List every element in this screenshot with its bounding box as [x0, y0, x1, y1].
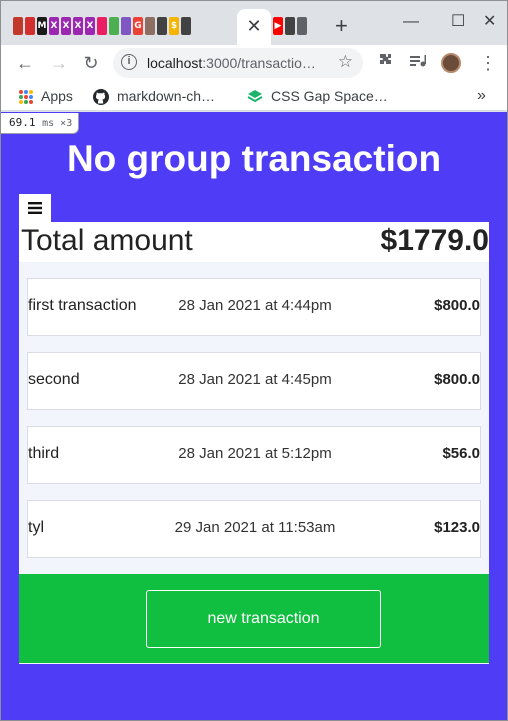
- tab-strip: M X X X X G $ ✕ ▶ + — ☐ ✕: [1, 1, 507, 45]
- total-value: $1779.0: [380, 224, 489, 257]
- active-tab[interactable]: ✕: [237, 9, 271, 45]
- total-row: Total amount $1779.0: [19, 222, 489, 262]
- forward-button[interactable]: →: [47, 51, 71, 75]
- tab-favicon-13-icon[interactable]: [157, 17, 167, 35]
- devtools-timing-badge: 69.1 ms ×3: [1, 113, 80, 134]
- tab-favicon-youtube-icon[interactable]: ▶: [273, 17, 283, 35]
- tab-favicon-14-icon[interactable]: $: [169, 17, 179, 35]
- apps-grid-icon: [19, 90, 33, 105]
- tab-favicon-4-icon[interactable]: X: [49, 17, 59, 35]
- profile-avatar[interactable]: [441, 53, 461, 73]
- back-button[interactable]: ←: [13, 51, 37, 75]
- tab-favicons-after: ▶: [273, 17, 307, 35]
- total-label: Total amount: [21, 224, 193, 257]
- timing-value: 69.1: [9, 116, 36, 129]
- transaction-item[interactable]: second 28 Jan 2021 at 4:45pm $800.0: [27, 352, 481, 410]
- transaction-amount: $123.0: [434, 519, 480, 536]
- bookmark-markdown[interactable]: markdown-ch…: [93, 87, 216, 106]
- transaction-amount: $800.0: [434, 297, 480, 314]
- minimize-button[interactable]: —: [403, 11, 419, 33]
- reload-button[interactable]: ↻: [79, 51, 103, 75]
- browser-toolbar: ← → ↻ i localhost:3000/transactio… ☆ ⋮: [1, 45, 507, 81]
- address-bar[interactable]: i localhost:3000/transactio… ☆: [113, 48, 363, 78]
- browser-window: M X X X X G $ ✕ ▶ + — ☐ ✕ ← → ↻ i localhost:30…: [0, 0, 508, 721]
- page-title: No group transaction: [66, 138, 442, 179]
- new-transaction-band: new transaction: [19, 574, 489, 663]
- transaction-amount: $56.0: [442, 445, 480, 462]
- reading-list-icon[interactable]: [409, 53, 427, 75]
- transaction-item[interactable]: tyl 29 Jan 2021 at 11:53am $123.0: [27, 500, 481, 558]
- close-window-button[interactable]: ✕: [483, 11, 496, 33]
- tab-favicon-11-icon[interactable]: G: [133, 17, 143, 35]
- transaction-date: 29 Jan 2021 at 11:53am: [174, 519, 336, 536]
- transaction-date: 28 Jan 2021 at 4:45pm: [178, 371, 332, 388]
- transaction-date: 28 Jan 2021 at 4:44pm: [178, 297, 332, 314]
- layers-icon: [247, 90, 263, 103]
- tab-favicon-1-icon[interactable]: [13, 17, 23, 35]
- tab-favicon-7-icon[interactable]: X: [85, 17, 95, 35]
- bookmark-star-icon[interactable]: ☆: [338, 52, 353, 72]
- tab-favicon-8-icon[interactable]: [97, 17, 107, 35]
- tab-favicons: M X X X X G $: [13, 17, 191, 35]
- url-host: localhost: [147, 55, 203, 71]
- tab-favicon-12-icon[interactable]: [145, 17, 155, 35]
- tab-favicon-3-icon[interactable]: M: [37, 17, 47, 35]
- maximize-button[interactable]: ☐: [451, 11, 465, 33]
- site-info-icon[interactable]: i: [121, 54, 137, 70]
- bookmarks-bar: Apps markdown-ch… CSS Gap Space… »: [1, 81, 507, 111]
- timing-unit: ms ×3: [42, 118, 73, 129]
- hamburger-menu-button[interactable]: [19, 194, 51, 222]
- github-icon: [93, 89, 109, 106]
- transaction-date: 28 Jan 2021 at 5:12pm: [178, 445, 332, 462]
- bookmark-apps[interactable]: Apps: [19, 87, 73, 105]
- new-transaction-button[interactable]: new transaction: [146, 590, 381, 648]
- new-tab-button[interactable]: +: [335, 13, 348, 39]
- bookmark-label: CSS Gap Space…: [271, 88, 388, 104]
- tab-favicon-5-icon[interactable]: X: [61, 17, 71, 35]
- url-text[interactable]: localhost:3000/transactio…: [147, 55, 325, 71]
- tab-favicon-6-icon[interactable]: X: [73, 17, 83, 35]
- hamburger-icon: [28, 202, 42, 214]
- transaction-amount: $800.0: [434, 371, 480, 388]
- page-viewport: 69.1 ms ×3 No group transaction Total am…: [1, 112, 507, 720]
- tab-favicon-9-icon[interactable]: [109, 17, 119, 35]
- transaction-item[interactable]: first transaction 28 Jan 2021 at 4:44pm …: [27, 278, 481, 336]
- bookmark-css-gap[interactable]: CSS Gap Space…: [247, 87, 388, 105]
- close-tab-icon[interactable]: ✕: [246, 16, 261, 36]
- bookmarks-overflow-button[interactable]: »: [477, 87, 486, 105]
- bookmark-label: Apps: [41, 88, 73, 104]
- tab-favicon-2-icon[interactable]: [25, 17, 35, 35]
- tab-favicon-15-icon[interactable]: [181, 17, 191, 35]
- tab-favicon-17-icon[interactable]: [297, 17, 307, 35]
- url-path: :3000/transactio…: [202, 55, 316, 71]
- browser-menu-icon[interactable]: ⋮: [479, 53, 497, 73]
- bookmark-label: markdown-ch…: [117, 88, 216, 104]
- tab-favicon-10-icon[interactable]: [121, 17, 131, 35]
- tab-favicon-16-icon[interactable]: [285, 17, 295, 35]
- puzzle-icon[interactable]: [377, 53, 393, 75]
- transaction-item[interactable]: third 28 Jan 2021 at 5:12pm $56.0: [27, 426, 481, 484]
